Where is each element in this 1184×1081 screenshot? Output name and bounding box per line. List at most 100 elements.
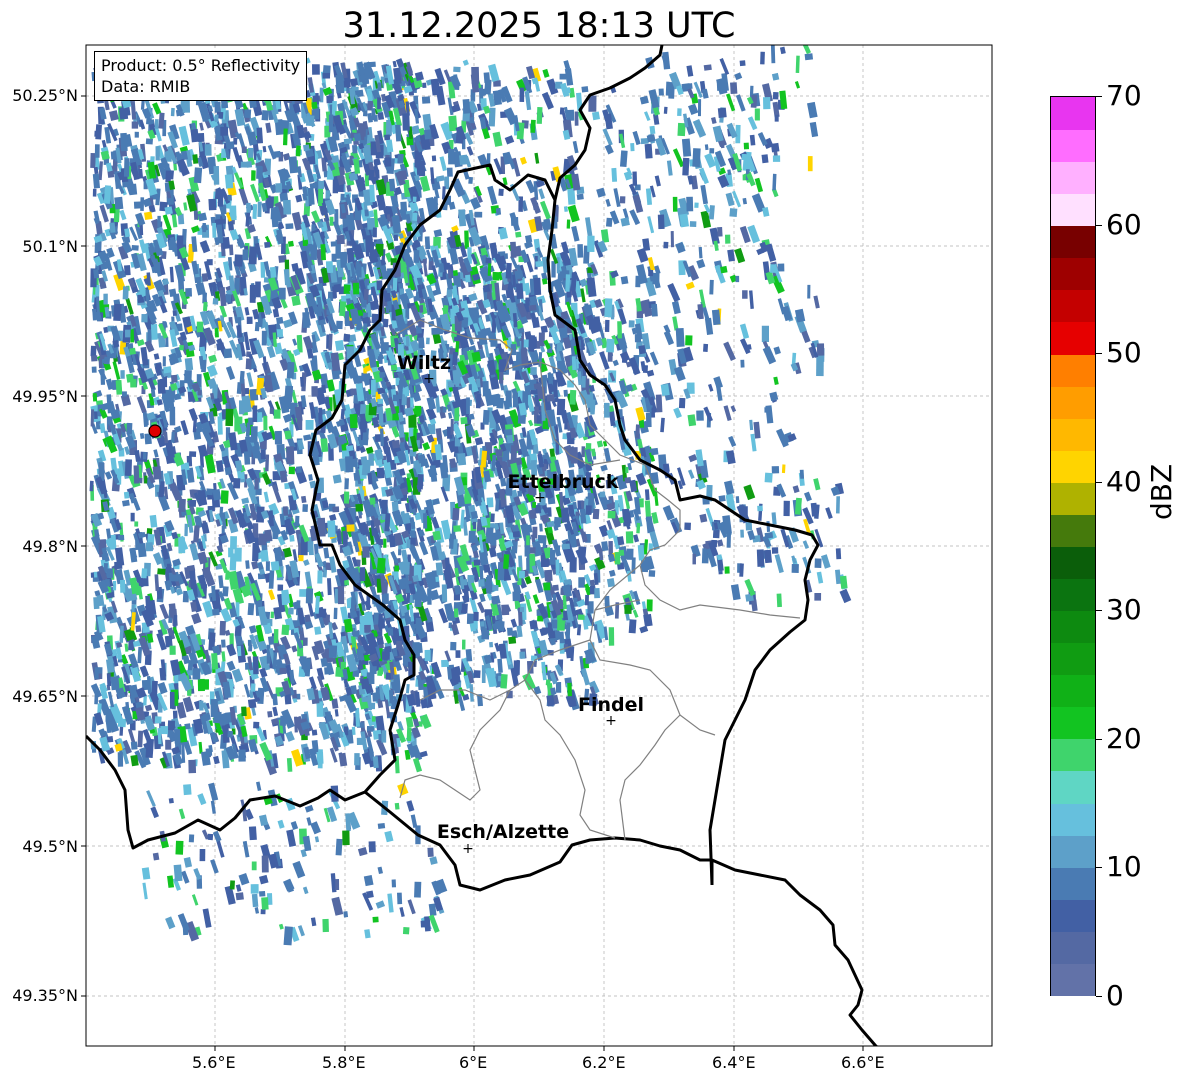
echo-cell: [538, 188, 545, 200]
echo-cell: [133, 465, 140, 484]
echo-cell: [201, 273, 209, 282]
echo-cell: [191, 612, 202, 625]
echo-cell: [277, 584, 284, 591]
echo-cell: [581, 446, 586, 458]
echo-cell: [99, 685, 109, 700]
echo-cell: [474, 437, 484, 446]
echo-cell: [171, 431, 175, 443]
echo-cell: [334, 340, 345, 351]
echo-cell: [197, 444, 208, 458]
echo-cell: [405, 716, 414, 728]
echo-cell: [267, 589, 276, 601]
echo-cell: [342, 692, 357, 713]
echo-cell: [585, 652, 590, 664]
echo-cell: [308, 676, 317, 690]
echo-cell: [142, 452, 147, 460]
echo-cell: [185, 287, 193, 297]
echo-cell: [254, 478, 259, 490]
echo-cell: [248, 147, 254, 158]
echo-cell: [92, 308, 97, 321]
echo-cell: [318, 180, 325, 189]
echo-cell: [134, 450, 141, 462]
echo-cell: [432, 530, 442, 541]
echo-cell: [115, 380, 123, 395]
echo-cell: [384, 647, 390, 657]
echo-cell: [485, 257, 492, 264]
echo-cell: [510, 241, 517, 258]
echo-cell: [161, 278, 170, 286]
echo-cell: [105, 162, 113, 172]
radar-map[interactable]: Wiltz + Ettelbruck + Findel + Esch/Alzet…: [0, 0, 1184, 1081]
echo-cell: [208, 354, 218, 363]
echo-cell: [387, 628, 394, 636]
echo-cell: [241, 497, 250, 505]
echo-cell: [245, 560, 250, 569]
echo-cell: [347, 270, 351, 284]
echo-cell: [311, 210, 321, 223]
echo-cell: [419, 305, 424, 313]
echo-cell: [388, 535, 396, 548]
echo-cell: [180, 420, 189, 436]
echo-cell: [384, 134, 391, 141]
echo-cell: [154, 574, 160, 591]
echo-cell: [555, 682, 562, 693]
echo-cell: [540, 200, 551, 220]
echo-cell: [231, 668, 244, 683]
echo-cell: [283, 653, 291, 666]
echo-cell: [159, 667, 167, 681]
echo-cell: [174, 729, 181, 744]
echo-cell: [307, 187, 315, 205]
echo-cell: [343, 333, 351, 342]
echo-cell: [352, 282, 360, 295]
echo-cell: [250, 183, 260, 203]
echo-cell: [390, 550, 399, 564]
echo-cell: [103, 356, 111, 365]
echo-cell: [441, 659, 449, 668]
echo-cell: [261, 330, 267, 346]
echo-cell: [118, 534, 125, 541]
echo-cell: [492, 131, 503, 147]
echo-cell: [292, 549, 298, 563]
echo-cell: [422, 258, 428, 277]
echo-cell: [371, 108, 376, 121]
echo-cell: [506, 627, 514, 636]
echo-cell: [150, 324, 158, 340]
echo-cell: [534, 82, 541, 92]
echo-cell: [305, 588, 314, 604]
echo-cell: [233, 478, 241, 489]
echo-cell: [252, 656, 259, 675]
echo-cell: [393, 234, 399, 241]
echo-cell: [92, 393, 98, 402]
echo-cell: [377, 82, 382, 91]
echo-cell: [158, 484, 165, 498]
echo-cell: [257, 201, 262, 217]
echo-cell: [369, 184, 376, 203]
echo-cell: [563, 389, 569, 397]
echo-cell: [424, 649, 431, 661]
echo-cell: [274, 430, 283, 445]
echo-cell: [504, 135, 515, 145]
echo-cell: [419, 750, 428, 758]
echo-cell: [296, 693, 301, 700]
echo-cell: [465, 274, 471, 283]
echo-cell: [369, 666, 377, 674]
echo-cell: [372, 756, 379, 769]
echo-cell: [213, 711, 221, 724]
echo-cell: [184, 523, 188, 537]
echo-cell: [89, 480, 94, 492]
echo-cell: [246, 202, 252, 213]
echo-cell: [332, 474, 342, 484]
echo-cell: [123, 158, 130, 177]
echo-cell: [263, 415, 268, 431]
echo-cell: [320, 244, 326, 261]
echo-cell: [246, 372, 254, 388]
echo-cell: [465, 649, 473, 662]
echo-cell: [435, 562, 444, 576]
echo-cell: [109, 222, 116, 233]
echo-cell: [143, 211, 153, 221]
echo-cell: [433, 460, 441, 466]
echo-cell: [278, 287, 286, 300]
echo-cell: [93, 571, 98, 578]
echo-cell: [525, 297, 530, 312]
echo-cell: [224, 174, 234, 189]
